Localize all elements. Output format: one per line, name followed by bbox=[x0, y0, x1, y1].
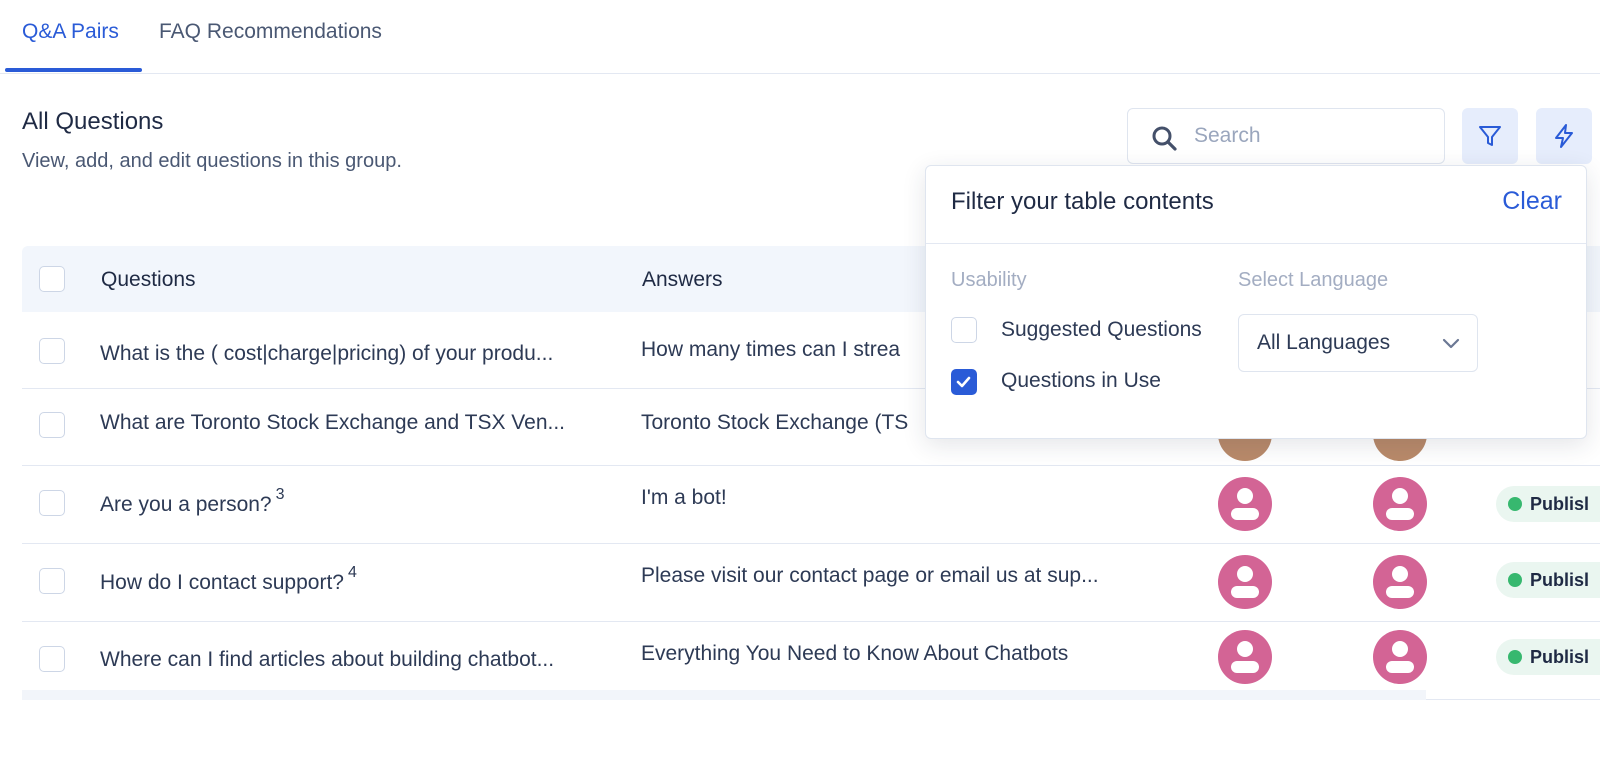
suggested-questions-label[interactable]: Suggested Questions bbox=[1001, 318, 1202, 342]
filter-icon bbox=[1479, 126, 1501, 146]
language-select[interactable]: All Languages bbox=[1238, 314, 1478, 372]
table-scroll-shadow bbox=[22, 690, 1426, 700]
table-row[interactable]: Are you a person? 3 I'm a bot! Publisl bbox=[22, 466, 1600, 544]
column-header-answers: Answers bbox=[642, 268, 723, 291]
status-badge: Publisl bbox=[1496, 562, 1600, 598]
active-tab-indicator bbox=[5, 68, 142, 72]
search-input[interactable] bbox=[1194, 119, 1434, 153]
chevron-down-icon bbox=[1442, 338, 1460, 349]
suggested-questions-checkbox[interactable] bbox=[951, 317, 977, 343]
owner-avatar bbox=[1218, 630, 1272, 684]
editor-avatar bbox=[1373, 630, 1427, 684]
editor-avatar bbox=[1373, 555, 1427, 609]
table-row[interactable]: How do I contact support? 4 Please visit … bbox=[22, 544, 1600, 622]
question-count-badge: 4 bbox=[347, 564, 357, 581]
questions-in-use-checkbox[interactable] bbox=[951, 369, 977, 395]
row-checkbox[interactable] bbox=[39, 412, 65, 438]
question-count-badge: 3 bbox=[275, 486, 285, 503]
question-text: What are Toronto Stock Exchange and TSX … bbox=[100, 411, 566, 434]
owner-avatar bbox=[1218, 555, 1272, 609]
tab-faq-recommendations[interactable]: FAQ Recommendations bbox=[159, 20, 382, 44]
status-badge: Publisl bbox=[1496, 486, 1600, 522]
status-dot bbox=[1508, 573, 1522, 587]
clear-filters-link[interactable]: Clear bbox=[1502, 187, 1562, 216]
table-row[interactable]: Where can I find articles about building… bbox=[22, 622, 1600, 700]
row-checkbox[interactable] bbox=[39, 646, 65, 672]
language-select-value: All Languages bbox=[1257, 331, 1391, 354]
search-box[interactable] bbox=[1127, 108, 1445, 164]
filter-popover-title: Filter your table contents bbox=[951, 188, 1214, 215]
answer-text: Please visit our contact page or email u… bbox=[641, 564, 1099, 587]
answer-text: Toronto Stock Exchange (TS bbox=[641, 411, 909, 434]
answer-text: Everything You Need to Know About Chatbo… bbox=[641, 642, 1069, 665]
status-dot bbox=[1508, 497, 1522, 511]
answer-text: I'm a bot! bbox=[641, 486, 727, 509]
question-text: How do I contact support? 4 bbox=[100, 564, 357, 594]
row-checkbox[interactable] bbox=[39, 568, 65, 594]
select-all-checkbox[interactable] bbox=[39, 266, 65, 292]
question-text: Where can I find articles about building… bbox=[100, 648, 555, 671]
question-text: Are you a person? 3 bbox=[100, 486, 285, 516]
column-header-questions: Questions bbox=[101, 268, 196, 291]
question-text: What is the ( cost|charge|pricing) of yo… bbox=[100, 342, 554, 365]
check-icon bbox=[956, 376, 971, 388]
tab-qa-pairs[interactable]: Q&A Pairs bbox=[22, 20, 119, 44]
row-checkbox[interactable] bbox=[39, 490, 65, 516]
filter-popover-header: Filter your table contents Clear bbox=[926, 166, 1586, 244]
status-badge: Publisl bbox=[1496, 639, 1600, 675]
owner-avatar bbox=[1218, 477, 1272, 531]
usability-label: Usability bbox=[951, 269, 1027, 291]
tab-bar: Q&A Pairs FAQ Recommendations bbox=[0, 0, 1600, 74]
language-label: Select Language bbox=[1238, 269, 1389, 291]
row-checkbox[interactable] bbox=[39, 338, 65, 364]
questions-in-use-label[interactable]: Questions in Use bbox=[1001, 369, 1161, 393]
answer-text: How many times can I strea bbox=[641, 338, 901, 361]
lightning-icon bbox=[1555, 124, 1573, 148]
page-subtitle: View, add, and edit questions in this gr… bbox=[22, 150, 402, 172]
quick-actions-button[interactable] bbox=[1536, 108, 1592, 164]
status-dot bbox=[1508, 650, 1522, 664]
filter-button[interactable] bbox=[1462, 108, 1518, 164]
page-title: All Questions bbox=[22, 108, 164, 135]
search-icon bbox=[1152, 126, 1177, 151]
editor-avatar bbox=[1373, 477, 1427, 531]
filter-popover: Filter your table contents Clear Usabili… bbox=[925, 165, 1587, 439]
